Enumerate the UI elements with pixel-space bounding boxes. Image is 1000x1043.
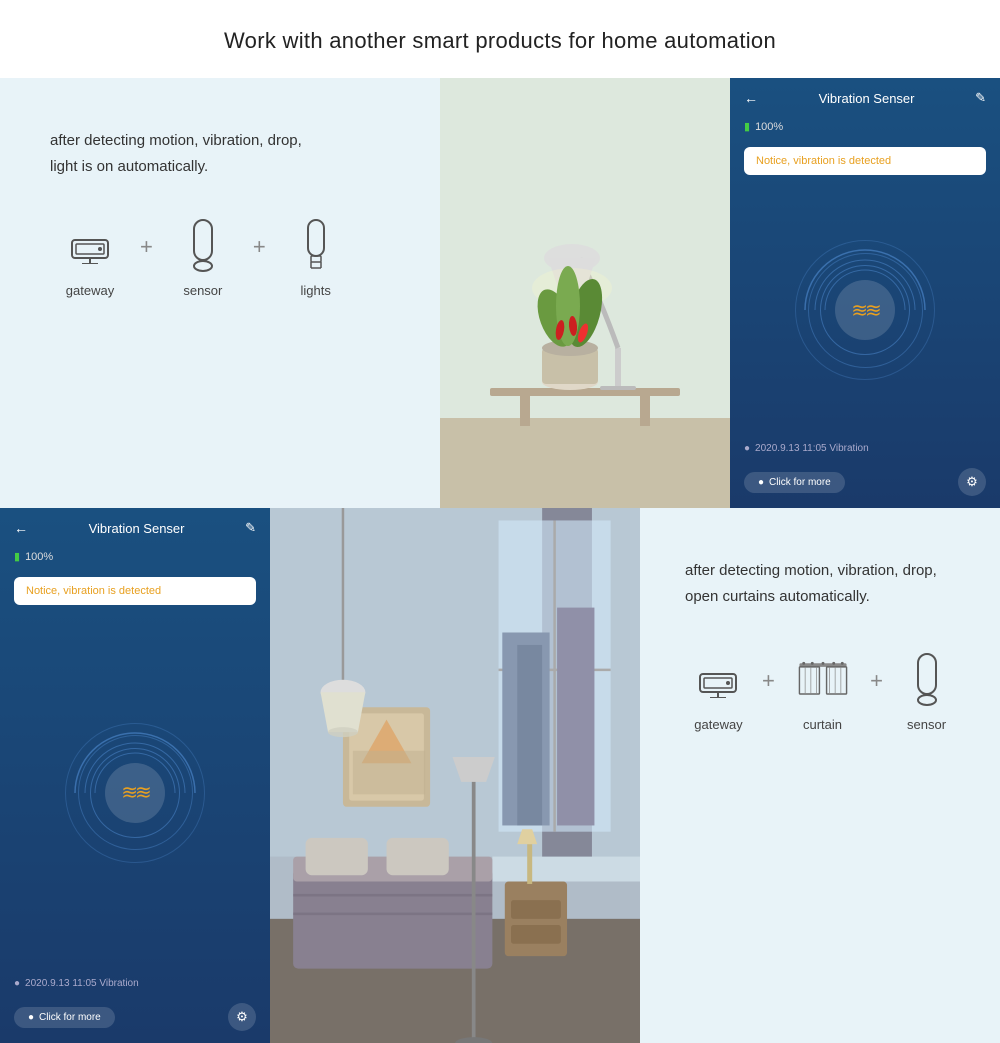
gateway-icon	[65, 215, 115, 275]
battery-text-bottom: 100%	[25, 551, 53, 563]
back-icon-bottom[interactable]: ←	[14, 520, 28, 536]
battery-icon-top: ▮	[744, 120, 750, 133]
page-title: Work with another smart products for hom…	[0, 0, 1000, 78]
back-icon-top[interactable]: ←	[744, 90, 758, 106]
zigzag-bottom: ≋≋	[121, 780, 149, 805]
device-gateway-bot: gateway	[685, 649, 752, 732]
bottom-room-image	[270, 508, 640, 1043]
alert-box-top: Notice, vibration is detected	[744, 147, 986, 175]
click-more-btn-bottom[interactable]: ● Click for more	[14, 1007, 115, 1028]
top-right-app: ← Vibration Senser ✎ ▮ 100% Notice, vibr…	[730, 78, 1000, 508]
vibration-visual-bottom: ≋≋	[0, 613, 270, 972]
plus-1: +	[140, 234, 153, 260]
timestamp-top: ● 2020.9.13 11:05 Vibration	[730, 437, 1000, 460]
curtain-icon	[798, 649, 848, 709]
top-device-row: gateway + sensor +	[50, 215, 400, 298]
dot-bottom: ●	[14, 978, 20, 989]
plus-4: +	[870, 668, 883, 694]
edit-icon-bottom[interactable]: ✎	[245, 520, 256, 536]
device-gateway: gateway	[50, 215, 130, 298]
battery-text-top: 100%	[755, 121, 783, 133]
gateway-label-bot: gateway	[694, 717, 742, 732]
app-header-bottom: ← Vibration Senser ✎	[0, 508, 270, 544]
device-curtain: curtain	[785, 649, 860, 732]
circle-icon-bottom: ●	[28, 1012, 34, 1023]
top-section: after detecting motion, vibration, drop,…	[0, 78, 1000, 508]
top-description: after detecting motion, vibration, drop,…	[50, 128, 400, 179]
gear-btn-bottom[interactable]: ⚙	[228, 1003, 256, 1031]
app-ui-top: ← Vibration Senser ✎ ▮ 100% Notice, vibr…	[730, 78, 1000, 508]
battery-icon-bottom: ▮	[14, 550, 20, 563]
vibration-icon-bottom: ≋≋	[105, 763, 165, 823]
app-footer-bottom[interactable]: ● Click for more ⚙	[0, 995, 270, 1043]
top-left-panel: after detecting motion, vibration, drop,…	[0, 78, 440, 508]
plus-2: +	[253, 234, 266, 260]
lights-icon	[291, 215, 341, 275]
app-title-bottom: Vibration Senser	[89, 521, 185, 536]
top-room-image	[440, 78, 730, 508]
battery-row-top: ▮ 100%	[730, 114, 1000, 139]
circle-icon-top: ●	[758, 477, 764, 488]
gateway-label: gateway	[66, 283, 114, 298]
gear-btn-top[interactable]: ⚙	[958, 468, 986, 496]
click-more-btn-top[interactable]: ● Click for more	[744, 472, 845, 493]
device-lights: lights	[276, 215, 356, 298]
bottom-right-panel: after detecting motion, vibration, drop,…	[640, 508, 1000, 1043]
device-sensor-bot: sensor	[893, 649, 960, 732]
vibration-icon-top: ≋≋	[835, 280, 895, 340]
curtain-label: curtain	[803, 717, 842, 732]
wave-circles-top: ≋≋	[795, 240, 935, 380]
sensor-label-bot: sensor	[907, 717, 946, 732]
timestamp-bottom: ● 2020.9.13 11:05 Vibration	[0, 972, 270, 995]
app-title-top: Vibration Senser	[819, 91, 915, 106]
app-ui-bottom: ← Vibration Senser ✎ ▮ 100% Notice, vibr…	[0, 508, 270, 1043]
battery-row-bottom: ▮ 100%	[0, 544, 270, 569]
dot-top: ●	[744, 443, 750, 454]
app-header-top: ← Vibration Senser ✎	[730, 78, 1000, 114]
bottom-left-app: ← Vibration Senser ✎ ▮ 100% Notice, vibr…	[0, 508, 270, 1043]
sensor-icon-bot	[902, 649, 952, 709]
device-sensor: sensor	[163, 215, 243, 298]
lights-label: lights	[301, 283, 331, 298]
bottom-device-row: gateway +	[685, 649, 960, 732]
bottom-section: ← Vibration Senser ✎ ▮ 100% Notice, vibr…	[0, 508, 1000, 1043]
app-footer-top[interactable]: ● Click for more ⚙	[730, 460, 1000, 508]
bottom-description: after detecting motion, vibration, drop,…	[685, 558, 960, 609]
zigzag-top: ≋≋	[851, 298, 879, 323]
wave-circles-bottom: ≋≋	[65, 723, 205, 863]
edit-icon-top[interactable]: ✎	[975, 90, 986, 106]
sensor-label: sensor	[183, 283, 222, 298]
sensor-icon	[178, 215, 228, 275]
vibration-visual-top: ≋≋	[730, 183, 1000, 437]
plus-3: +	[762, 668, 775, 694]
gateway-icon-bot	[693, 649, 743, 709]
alert-box-bottom: Notice, vibration is detected	[14, 577, 256, 605]
